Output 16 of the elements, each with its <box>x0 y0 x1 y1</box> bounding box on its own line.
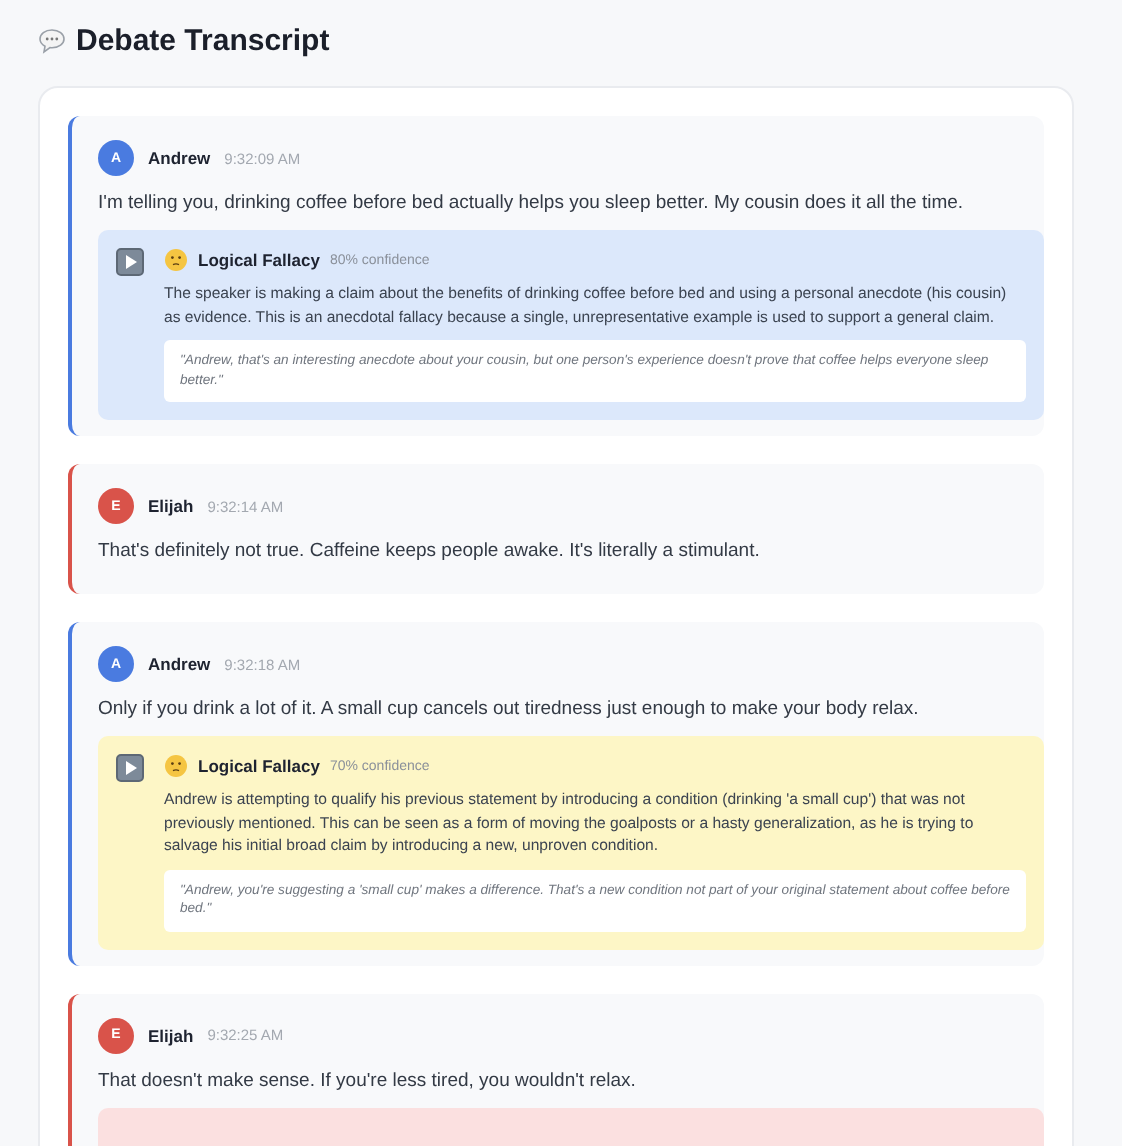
speaker-name: Elijah <box>148 1025 194 1045</box>
speaker-name: Elijah <box>148 496 194 516</box>
play-icon[interactable] <box>116 248 144 276</box>
fallacy-title: Logical Fallacy <box>198 250 320 270</box>
page-title: Debate Transcript <box>76 24 330 58</box>
speaker-name: Andrew <box>148 654 211 674</box>
speech-bubble-icon <box>38 28 66 54</box>
play-icon[interactable] <box>116 754 144 782</box>
speaker-name: Andrew <box>148 148 211 168</box>
thinking-face-icon <box>164 248 188 272</box>
fallacy-title: Logical Fallacy <box>198 756 320 776</box>
thinking-face-icon <box>164 754 188 778</box>
message-text: I'm telling you, drinking coffee before bed actually helps you sleep better. My cousin does it all the time. <box>98 192 966 214</box>
message-text: Only if you drink a lot of it. A small cup cancels out tiredness just enough to make your body relax. <box>98 698 921 720</box>
message-text: That doesn't make sense. If you're less tired, you wouldn't relax. <box>98 1069 638 1091</box>
message-text: That's definitely not true. Caffeine keeps people awake. It's literally a stimulant. <box>98 540 762 562</box>
